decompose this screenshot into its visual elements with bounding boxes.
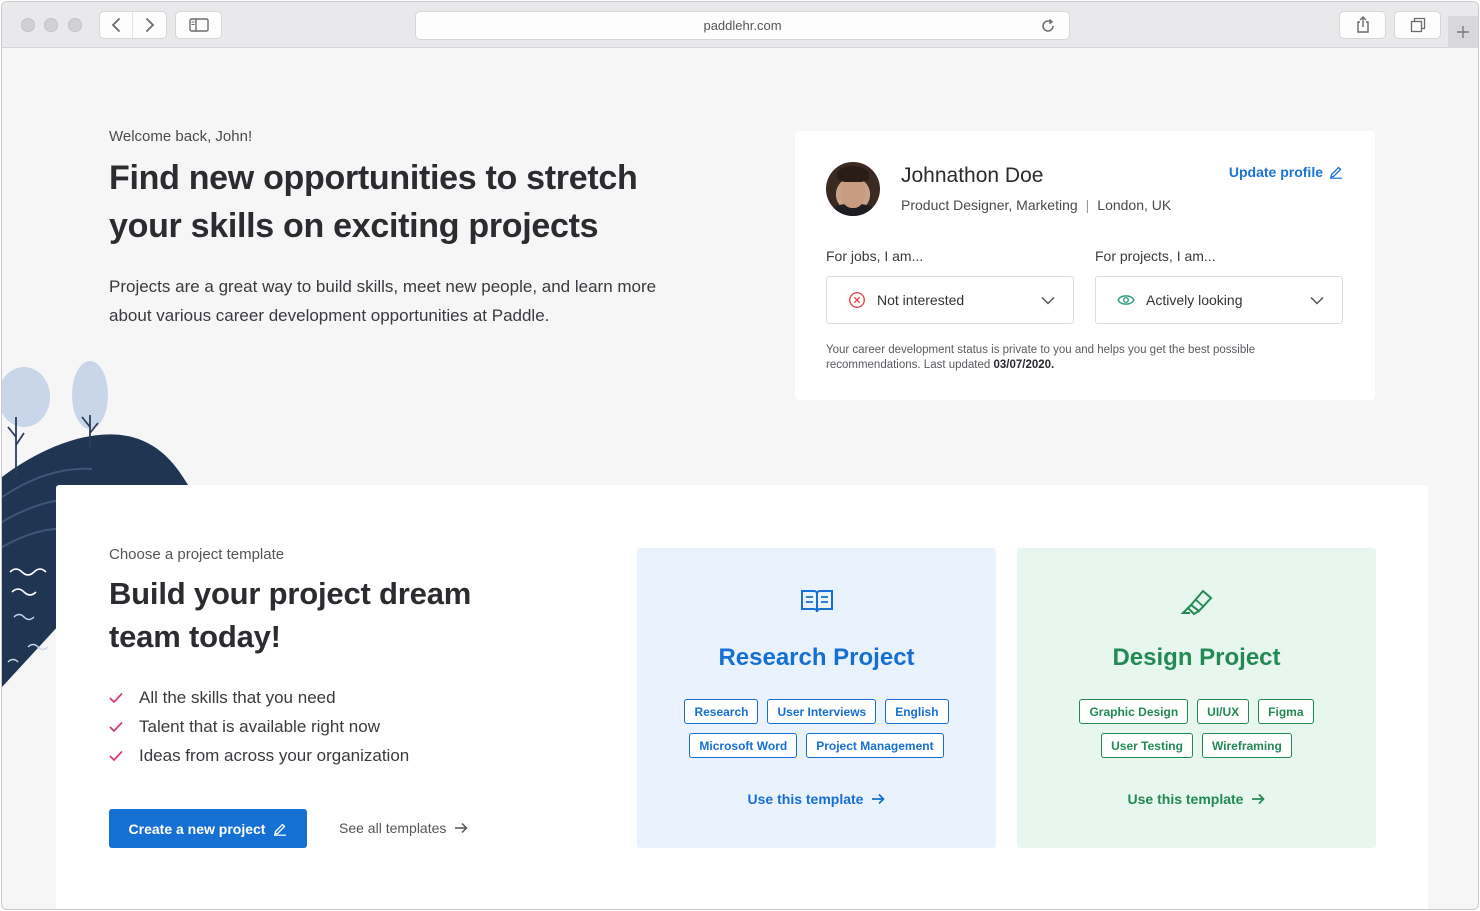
- new-tab-button[interactable]: [1448, 16, 1478, 48]
- checkmark-icon: [109, 750, 139, 762]
- meta-separator: |: [1085, 197, 1090, 213]
- minimize-window-button[interactable]: [44, 18, 58, 32]
- jobs-status-select[interactable]: Not interested: [826, 276, 1074, 324]
- skill-tag: Research: [684, 699, 759, 724]
- list-item: Talent that is available right now: [109, 712, 409, 741]
- history-nav: [99, 11, 167, 39]
- plus-icon: [1457, 26, 1469, 38]
- chevron-left-icon: [111, 18, 120, 32]
- pencil-icon: [1330, 166, 1342, 179]
- create-project-label: Create a new project: [128, 820, 266, 837]
- profile-meta: Product Designer, Marketing | London, UK: [901, 197, 1171, 213]
- profile-role: Product Designer, Marketing: [901, 197, 1078, 213]
- projects-status-label: For projects, I am...: [1095, 248, 1216, 264]
- see-all-templates-link[interactable]: See all templates: [339, 820, 468, 836]
- update-profile-label: Update profile: [1228, 164, 1323, 180]
- eye-icon: [1117, 293, 1135, 307]
- address-url: paddlehr.com: [703, 18, 782, 33]
- pencil-icon: [274, 823, 287, 836]
- skill-tags: Research User Interviews English Microso…: [657, 699, 976, 758]
- not-interested-icon: [848, 291, 866, 309]
- back-button[interactable]: [100, 12, 134, 38]
- profile-card: Johnathon Doe Product Designer, Marketin…: [795, 131, 1375, 400]
- templates-eyebrow: Choose a project template: [109, 546, 285, 563]
- jobs-status-value: Not interested: [877, 292, 965, 308]
- list-item-label: All the skills that you need: [139, 687, 336, 707]
- checkmark-icon: [109, 721, 139, 733]
- last-updated-date: 03/07/2020.: [993, 359, 1055, 371]
- book-icon: [637, 588, 996, 614]
- hero-description: Projects are a great way to build skills…: [109, 277, 657, 325]
- page-title: Find new opportunities to stretch your s…: [109, 159, 638, 245]
- use-template-label: Use this template: [747, 791, 864, 807]
- forward-button[interactable]: [133, 12, 166, 38]
- projects-status-select[interactable]: Actively looking: [1095, 276, 1343, 324]
- design-template-card[interactable]: Design Project Graphic Design UI/UX Figm…: [1017, 548, 1376, 848]
- projects-status-value: Actively looking: [1146, 292, 1243, 308]
- skill-tag: UI/UX: [1197, 699, 1250, 724]
- jobs-status-label: For jobs, I am...: [826, 248, 924, 264]
- checkmark-icon: [109, 692, 139, 704]
- tabs-icon: [1410, 17, 1425, 33]
- skill-tag: Graphic Design: [1079, 699, 1189, 724]
- welcome-message: Welcome back, John!: [109, 128, 253, 145]
- templates-panel: Choose a project template Build your pro…: [56, 485, 1428, 909]
- arrow-right-icon: [1252, 793, 1266, 805]
- profile-location: London, UK: [1097, 197, 1172, 213]
- sidebar-toggle-button[interactable]: [175, 11, 222, 39]
- list-item-label: Ideas from across your organization: [139, 745, 410, 765]
- skill-tag: Figma: [1258, 699, 1314, 724]
- skill-tag: User Interviews: [767, 699, 877, 724]
- arrow-right-icon: [872, 793, 886, 805]
- close-window-button[interactable]: [21, 18, 35, 32]
- see-all-label: See all templates: [339, 820, 447, 836]
- skill-tag: Wireframing: [1201, 733, 1292, 758]
- browser-window: paddlehr.com Welcome back, John! Find ne…: [1, 1, 1479, 910]
- zoom-window-button[interactable]: [68, 18, 82, 32]
- reload-icon[interactable]: [1040, 18, 1056, 37]
- skill-tags: Graphic Design UI/UX Figma User Testing …: [1037, 699, 1356, 758]
- highlighter-icon: [1017, 588, 1376, 616]
- avatar: [826, 162, 880, 216]
- browser-toolbar: paddlehr.com: [2, 2, 1478, 48]
- sidebar-icon: [188, 18, 209, 32]
- list-item: Ideas from across your organization: [109, 741, 409, 770]
- chevron-down-icon: [1310, 296, 1324, 305]
- research-template-card[interactable]: Research Project Research User Interview…: [637, 548, 996, 848]
- skill-tag: Microsoft Word: [689, 733, 798, 758]
- use-template-link[interactable]: Use this template: [1017, 791, 1376, 807]
- templates-title: Build your project dream team today!: [109, 576, 472, 654]
- skill-tag: English: [885, 699, 949, 724]
- share-icon: [1356, 16, 1369, 33]
- skill-tag: Project Management: [806, 733, 944, 758]
- use-template-label: Use this template: [1127, 791, 1244, 807]
- arrow-right-icon: [455, 822, 468, 834]
- skill-tag: User Testing: [1101, 733, 1193, 758]
- address-bar[interactable]: paddlehr.com: [415, 11, 1070, 40]
- list-item-label: Talent that is available right now: [139, 716, 380, 736]
- privacy-note: Your career development status is privat…: [826, 343, 1326, 373]
- update-profile-link[interactable]: Update profile: [1229, 164, 1343, 180]
- list-item: All the skills that you need: [109, 683, 409, 712]
- template-title: Design Project: [1112, 644, 1281, 671]
- benefits-list: All the skills that you need Talent that…: [109, 683, 409, 770]
- share-button[interactable]: [1339, 11, 1386, 39]
- template-title: Research Project: [718, 644, 915, 671]
- tabs-overview-button[interactable]: [1394, 11, 1441, 39]
- create-project-button[interactable]: Create a new project: [109, 809, 307, 848]
- chevron-right-icon: [145, 18, 154, 32]
- chevron-down-icon: [1041, 296, 1055, 305]
- use-template-link[interactable]: Use this template: [637, 791, 996, 807]
- profile-name: Johnathon Doe: [901, 164, 1044, 187]
